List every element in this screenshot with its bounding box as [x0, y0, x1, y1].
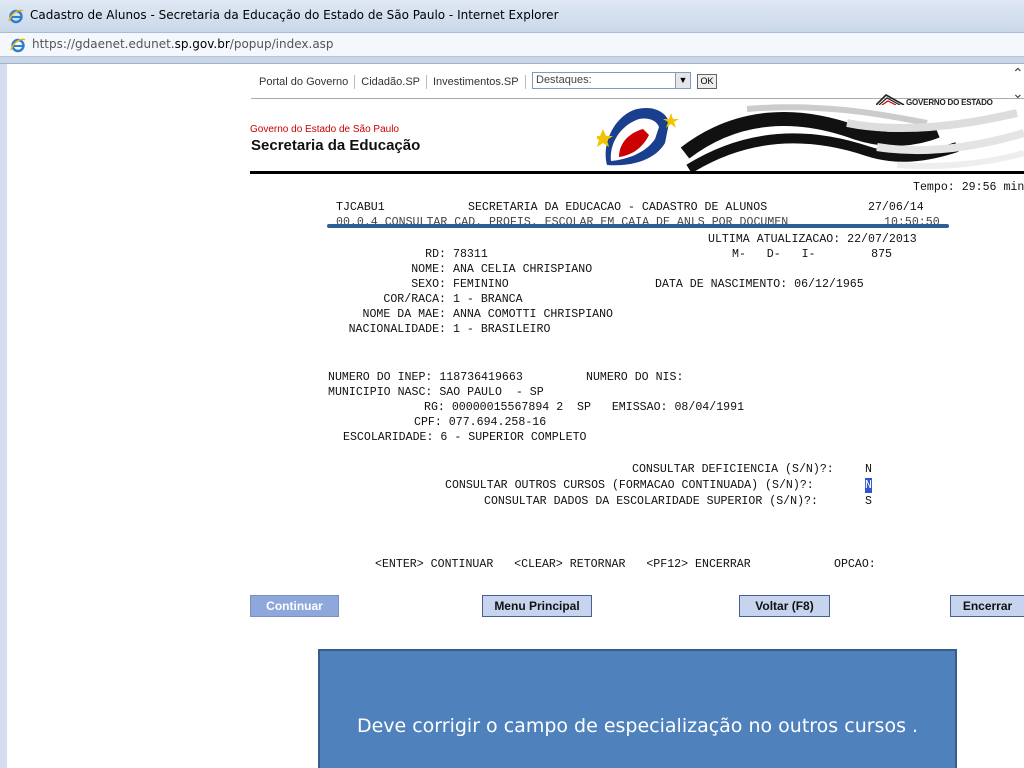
- continuar-button[interactable]: Continuar: [250, 595, 339, 617]
- field-label-rd: RD:: [425, 248, 446, 261]
- url-path: /popup/index.asp: [229, 37, 334, 51]
- address-bar[interactable]: https://gdaenet.edunet.sp.gov.br/popup/i…: [0, 33, 1024, 57]
- gov-subtitle: Governo do Estado de São Paulo: [250, 124, 399, 135]
- escolaridade-superior-input[interactable]: S: [865, 494, 872, 509]
- field-label-nome-mae: NOME DA MAE:: [362, 308, 447, 321]
- destaques-ok-button[interactable]: OK: [697, 74, 717, 89]
- annotation-callout: Deve corrigir o campo de especialização …: [318, 649, 957, 768]
- outros-cursos-input[interactable]: N: [865, 478, 872, 493]
- function-keys-legend: <ENTER> CONTINUAR <CLEAR> RETORNAR <PF12…: [375, 558, 751, 571]
- field-value-nome-mae: ANNA COMOTTI CHRISPIANO: [453, 308, 614, 321]
- address-url[interactable]: https://gdaenet.edunet.sp.gov.br/popup/i…: [32, 37, 334, 51]
- field-value-cor-raca: 1 - BRANCA: [453, 293, 523, 306]
- window-frame-left: [0, 64, 7, 768]
- destaques-select-value: Destaques:: [536, 74, 592, 86]
- internet-explorer-icon: [8, 9, 24, 24]
- window-frame: [0, 57, 1024, 64]
- ultima-atualizacao: ULTIMA ATUALIZACAO: 22/07/2013: [708, 233, 917, 246]
- consultar-outros-cursos-label: CONSULTAR OUTROS CURSOS (FORMACAO CONTIN…: [445, 479, 814, 492]
- system-title: SECRETARIA DA EDUCACAO - CADASTRO DE ALU…: [468, 201, 768, 214]
- escolaridade: ESCOLARIDADE: 6 - SUPERIOR COMPLETO: [343, 431, 587, 444]
- mdi-indicators: M- D- I- 875: [732, 248, 893, 261]
- field-value-nome: ANA CELIA CHRISPIANO: [453, 263, 593, 276]
- session-timer: Tempo: 29:56 min: [913, 181, 1024, 194]
- scroll-down-icon[interactable]: ⌄: [1012, 86, 1024, 102]
- portal-nav: Portal do Governo Cidadão.SP Investiment…: [251, 70, 526, 94]
- field-label-sexo: SEXO:: [411, 278, 446, 291]
- callout-text: Deve corrigir o campo de especialização …: [356, 715, 919, 737]
- program-id: TJCABU1: [336, 201, 385, 214]
- url-domain: sp.gov.br: [174, 37, 230, 51]
- numero-nis: NUMERO DO NIS:: [586, 371, 684, 384]
- nav-link-investimentos-sp[interactable]: Investimentos.SP: [427, 75, 526, 89]
- field-label-nacionalidade: NACIONALIDADE:: [348, 323, 446, 336]
- municipio-nasc: MUNICIPIO NASC: SAO PAULO - SP: [328, 386, 544, 399]
- cpf: CPF: 077.694.258-16: [414, 416, 547, 429]
- field-value-nacionalidade: 1 - BRASILEIRO: [453, 323, 551, 336]
- highlight-underline: [327, 224, 949, 228]
- sao-paulo-map-logo: [597, 104, 1024, 171]
- deficiencia-input[interactable]: N: [865, 462, 872, 477]
- consultar-deficiencia-label: CONSULTAR DEFICIENCIA (S/N)?:: [632, 463, 834, 476]
- field-label-nome: NOME:: [411, 263, 446, 276]
- consultar-escolaridade-label: CONSULTAR DADOS DA ESCOLARIDADE SUPERIOR…: [484, 495, 818, 508]
- page-title: Secretaria da Educação: [251, 137, 421, 154]
- opcao-label: OPCAO:: [834, 558, 876, 571]
- nav-link-portal-do-governo[interactable]: Portal do Governo: [251, 75, 356, 89]
- chevron-down-icon[interactable]: ▼: [675, 73, 690, 88]
- encerrar-button[interactable]: Encerrar: [950, 595, 1024, 617]
- screen-date: 27/06/14: [868, 201, 924, 214]
- url-prefix: https://gdaenet.edunet.: [32, 37, 175, 51]
- field-label-cor-raca: COR/RACA:: [383, 293, 446, 306]
- data-nascimento: DATA DE NASCIMENTO: 06/12/1965: [655, 278, 864, 291]
- window-titlebar: Cadastro de Alunos - Secretaria da Educa…: [0, 0, 1024, 33]
- header-rule: [250, 171, 1024, 174]
- field-value-sexo: FEMININO: [453, 278, 509, 291]
- rg: RG: 00000015567894 2 SP EMISSAO: 08/04/1…: [424, 401, 745, 414]
- voltar-button[interactable]: Voltar (F8): [739, 595, 830, 617]
- scroll-up-icon[interactable]: ⌃: [1012, 66, 1024, 82]
- internet-explorer-icon: [10, 38, 26, 53]
- destaques-select[interactable]: Destaques: ▼: [532, 72, 691, 89]
- nav-link-cidadao-sp[interactable]: Cidadão.SP: [355, 75, 427, 89]
- window-title: Cadastro de Alunos - Secretaria da Educa…: [30, 8, 559, 22]
- field-value-rd: 78311: [453, 248, 488, 261]
- numero-inep: NUMERO DO INEP: 118736419663: [328, 371, 523, 384]
- menu-principal-button[interactable]: Menu Principal: [482, 595, 592, 617]
